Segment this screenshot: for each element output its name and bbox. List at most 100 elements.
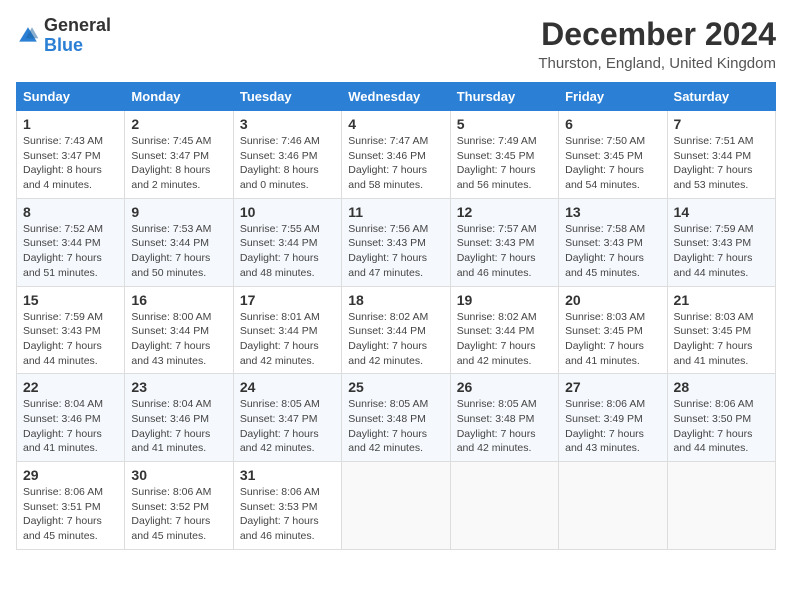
day-info: Sunrise: 8:06 AMSunset: 3:51 PMDaylight:…: [23, 485, 118, 544]
day-number: 17: [240, 292, 335, 308]
column-header-wednesday: Wednesday: [342, 83, 450, 111]
day-info: Sunrise: 8:05 AMSunset: 3:48 PMDaylight:…: [457, 397, 552, 456]
day-number: 31: [240, 467, 335, 483]
day-number: 6: [565, 116, 660, 132]
day-number: 28: [674, 379, 769, 395]
calendar-cell: 10 Sunrise: 7:55 AMSunset: 3:44 PMDayligh…: [233, 198, 341, 286]
calendar-cell: 27 Sunrise: 8:06 AMSunset: 3:49 PMDayligh…: [559, 374, 667, 462]
day-number: 20: [565, 292, 660, 308]
location-text: Thurston, England, United Kingdom: [538, 55, 776, 72]
day-info: Sunrise: 8:03 AMSunset: 3:45 PMDaylight:…: [565, 310, 660, 369]
day-info: Sunrise: 7:55 AMSunset: 3:44 PMDaylight:…: [240, 222, 335, 281]
day-number: 13: [565, 204, 660, 220]
day-info: Sunrise: 8:06 AMSunset: 3:50 PMDaylight:…: [674, 397, 769, 456]
day-number: 7: [674, 116, 769, 132]
day-number: 14: [674, 204, 769, 220]
day-info: Sunrise: 8:06 AMSunset: 3:49 PMDaylight:…: [565, 397, 660, 456]
calendar-cell: 4 Sunrise: 7:47 AMSunset: 3:46 PMDaylight…: [342, 111, 450, 199]
calendar-cell: 25 Sunrise: 8:05 AMSunset: 3:48 PMDayligh…: [342, 374, 450, 462]
calendar-cell: 12 Sunrise: 7:57 AMSunset: 3:43 PMDayligh…: [450, 198, 558, 286]
day-info: Sunrise: 8:02 AMSunset: 3:44 PMDaylight:…: [457, 310, 552, 369]
column-header-friday: Friday: [559, 83, 667, 111]
day-info: Sunrise: 7:46 AMSunset: 3:46 PMDaylight:…: [240, 134, 335, 193]
month-title: December 2024: [538, 16, 776, 53]
day-info: Sunrise: 7:56 AMSunset: 3:43 PMDaylight:…: [348, 222, 443, 281]
day-info: Sunrise: 7:58 AMSunset: 3:43 PMDaylight:…: [565, 222, 660, 281]
day-number: 27: [565, 379, 660, 395]
day-number: 3: [240, 116, 335, 132]
calendar-cell: 6 Sunrise: 7:50 AMSunset: 3:45 PMDaylight…: [559, 111, 667, 199]
calendar-cell: 24 Sunrise: 8:05 AMSunset: 3:47 PMDayligh…: [233, 374, 341, 462]
logo-icon: [16, 24, 40, 48]
logo-general-text: General: [44, 15, 111, 35]
calendar-week-row: 15 Sunrise: 7:59 AMSunset: 3:43 PMDayligh…: [17, 286, 776, 374]
calendar-cell: 5 Sunrise: 7:49 AMSunset: 3:45 PMDaylight…: [450, 111, 558, 199]
day-number: 23: [131, 379, 226, 395]
calendar-cell: 29 Sunrise: 8:06 AMSunset: 3:51 PMDayligh…: [17, 462, 125, 550]
day-number: 12: [457, 204, 552, 220]
day-info: Sunrise: 7:53 AMSunset: 3:44 PMDaylight:…: [131, 222, 226, 281]
day-number: 16: [131, 292, 226, 308]
column-header-monday: Monday: [125, 83, 233, 111]
calendar-cell: 3 Sunrise: 7:46 AMSunset: 3:46 PMDaylight…: [233, 111, 341, 199]
calendar-cell: 13 Sunrise: 7:58 AMSunset: 3:43 PMDayligh…: [559, 198, 667, 286]
day-info: Sunrise: 8:00 AMSunset: 3:44 PMDaylight:…: [131, 310, 226, 369]
day-info: Sunrise: 7:47 AMSunset: 3:46 PMDaylight:…: [348, 134, 443, 193]
calendar-cell: [667, 462, 775, 550]
day-info: Sunrise: 8:06 AMSunset: 3:53 PMDaylight:…: [240, 485, 335, 544]
calendar-table: SundayMondayTuesdayWednesdayThursdayFrid…: [16, 82, 776, 550]
calendar-week-row: 29 Sunrise: 8:06 AMSunset: 3:51 PMDayligh…: [17, 462, 776, 550]
day-number: 30: [131, 467, 226, 483]
day-info: Sunrise: 8:04 AMSunset: 3:46 PMDaylight:…: [23, 397, 118, 456]
calendar-cell: 22 Sunrise: 8:04 AMSunset: 3:46 PMDayligh…: [17, 374, 125, 462]
calendar-cell: 31 Sunrise: 8:06 AMSunset: 3:53 PMDayligh…: [233, 462, 341, 550]
day-info: Sunrise: 8:04 AMSunset: 3:46 PMDaylight:…: [131, 397, 226, 456]
calendar-week-row: 1Sunrise: 7:43 AMSunset: 3:47 PMDaylight…: [17, 111, 776, 199]
calendar-cell: 18Sunrise: 8:02 AMSunset: 3:44 PMDayligh…: [342, 286, 450, 374]
calendar-cell: 17 Sunrise: 8:01 AMSunset: 3:44 PMDayligh…: [233, 286, 341, 374]
day-number: 9: [131, 204, 226, 220]
day-info: Sunrise: 7:57 AMSunset: 3:43 PMDaylight:…: [457, 222, 552, 281]
day-number: 19: [457, 292, 552, 308]
day-number: 15: [23, 292, 118, 308]
day-info: Sunrise: 7:52 AMSunset: 3:44 PMDaylight:…: [23, 222, 118, 281]
day-info: Sunrise: 8:05 AMSunset: 3:48 PMDaylight:…: [348, 397, 443, 456]
day-info: Sunrise: 7:45 AMSunset: 3:47 PMDaylight:…: [131, 134, 226, 193]
calendar-cell: 21Sunrise: 8:03 AMSunset: 3:45 PMDayligh…: [667, 286, 775, 374]
calendar-week-row: 22 Sunrise: 8:04 AMSunset: 3:46 PMDayligh…: [17, 374, 776, 462]
day-info: Sunrise: 8:06 AMSunset: 3:52 PMDaylight:…: [131, 485, 226, 544]
day-info: Sunrise: 7:49 AMSunset: 3:45 PMDaylight:…: [457, 134, 552, 193]
column-header-tuesday: Tuesday: [233, 83, 341, 111]
day-number: 4: [348, 116, 443, 132]
day-number: 25: [348, 379, 443, 395]
calendar-cell: 2Sunrise: 7:45 AMSunset: 3:47 PMDaylight…: [125, 111, 233, 199]
calendar-cell: 14 Sunrise: 7:59 AMSunset: 3:43 PMDayligh…: [667, 198, 775, 286]
day-info: Sunrise: 8:02 AMSunset: 3:44 PMDaylight:…: [348, 310, 443, 369]
day-info: Sunrise: 8:05 AMSunset: 3:47 PMDaylight:…: [240, 397, 335, 456]
column-header-thursday: Thursday: [450, 83, 558, 111]
day-number: 26: [457, 379, 552, 395]
day-number: 8: [23, 204, 118, 220]
day-number: 22: [23, 379, 118, 395]
calendar-cell: 23 Sunrise: 8:04 AMSunset: 3:46 PMDayligh…: [125, 374, 233, 462]
column-header-saturday: Saturday: [667, 83, 775, 111]
calendar-header-row: SundayMondayTuesdayWednesdayThursdayFrid…: [17, 83, 776, 111]
title-area: December 2024 Thurston, England, United …: [538, 16, 776, 72]
calendar-cell: 8 Sunrise: 7:52 AMSunset: 3:44 PMDaylight…: [17, 198, 125, 286]
day-info: Sunrise: 7:43 AMSunset: 3:47 PMDaylight:…: [23, 134, 118, 193]
day-number: 29: [23, 467, 118, 483]
day-info: Sunrise: 7:50 AMSunset: 3:45 PMDaylight:…: [565, 134, 660, 193]
calendar-week-row: 8 Sunrise: 7:52 AMSunset: 3:44 PMDaylight…: [17, 198, 776, 286]
calendar-cell: 1Sunrise: 7:43 AMSunset: 3:47 PMDaylight…: [17, 111, 125, 199]
day-number: 24: [240, 379, 335, 395]
day-info: Sunrise: 8:01 AMSunset: 3:44 PMDaylight:…: [240, 310, 335, 369]
logo: General Blue: [16, 16, 111, 56]
day-info: Sunrise: 7:59 AMSunset: 3:43 PMDaylight:…: [23, 310, 118, 369]
calendar-cell: 26 Sunrise: 8:05 AMSunset: 3:48 PMDayligh…: [450, 374, 558, 462]
day-info: Sunrise: 7:59 AMSunset: 3:43 PMDaylight:…: [674, 222, 769, 281]
calendar-cell: [559, 462, 667, 550]
calendar-cell: 15 Sunrise: 7:59 AMSunset: 3:43 PMDayligh…: [17, 286, 125, 374]
logo-blue-text: Blue: [44, 35, 83, 55]
day-number: 5: [457, 116, 552, 132]
day-number: 10: [240, 204, 335, 220]
